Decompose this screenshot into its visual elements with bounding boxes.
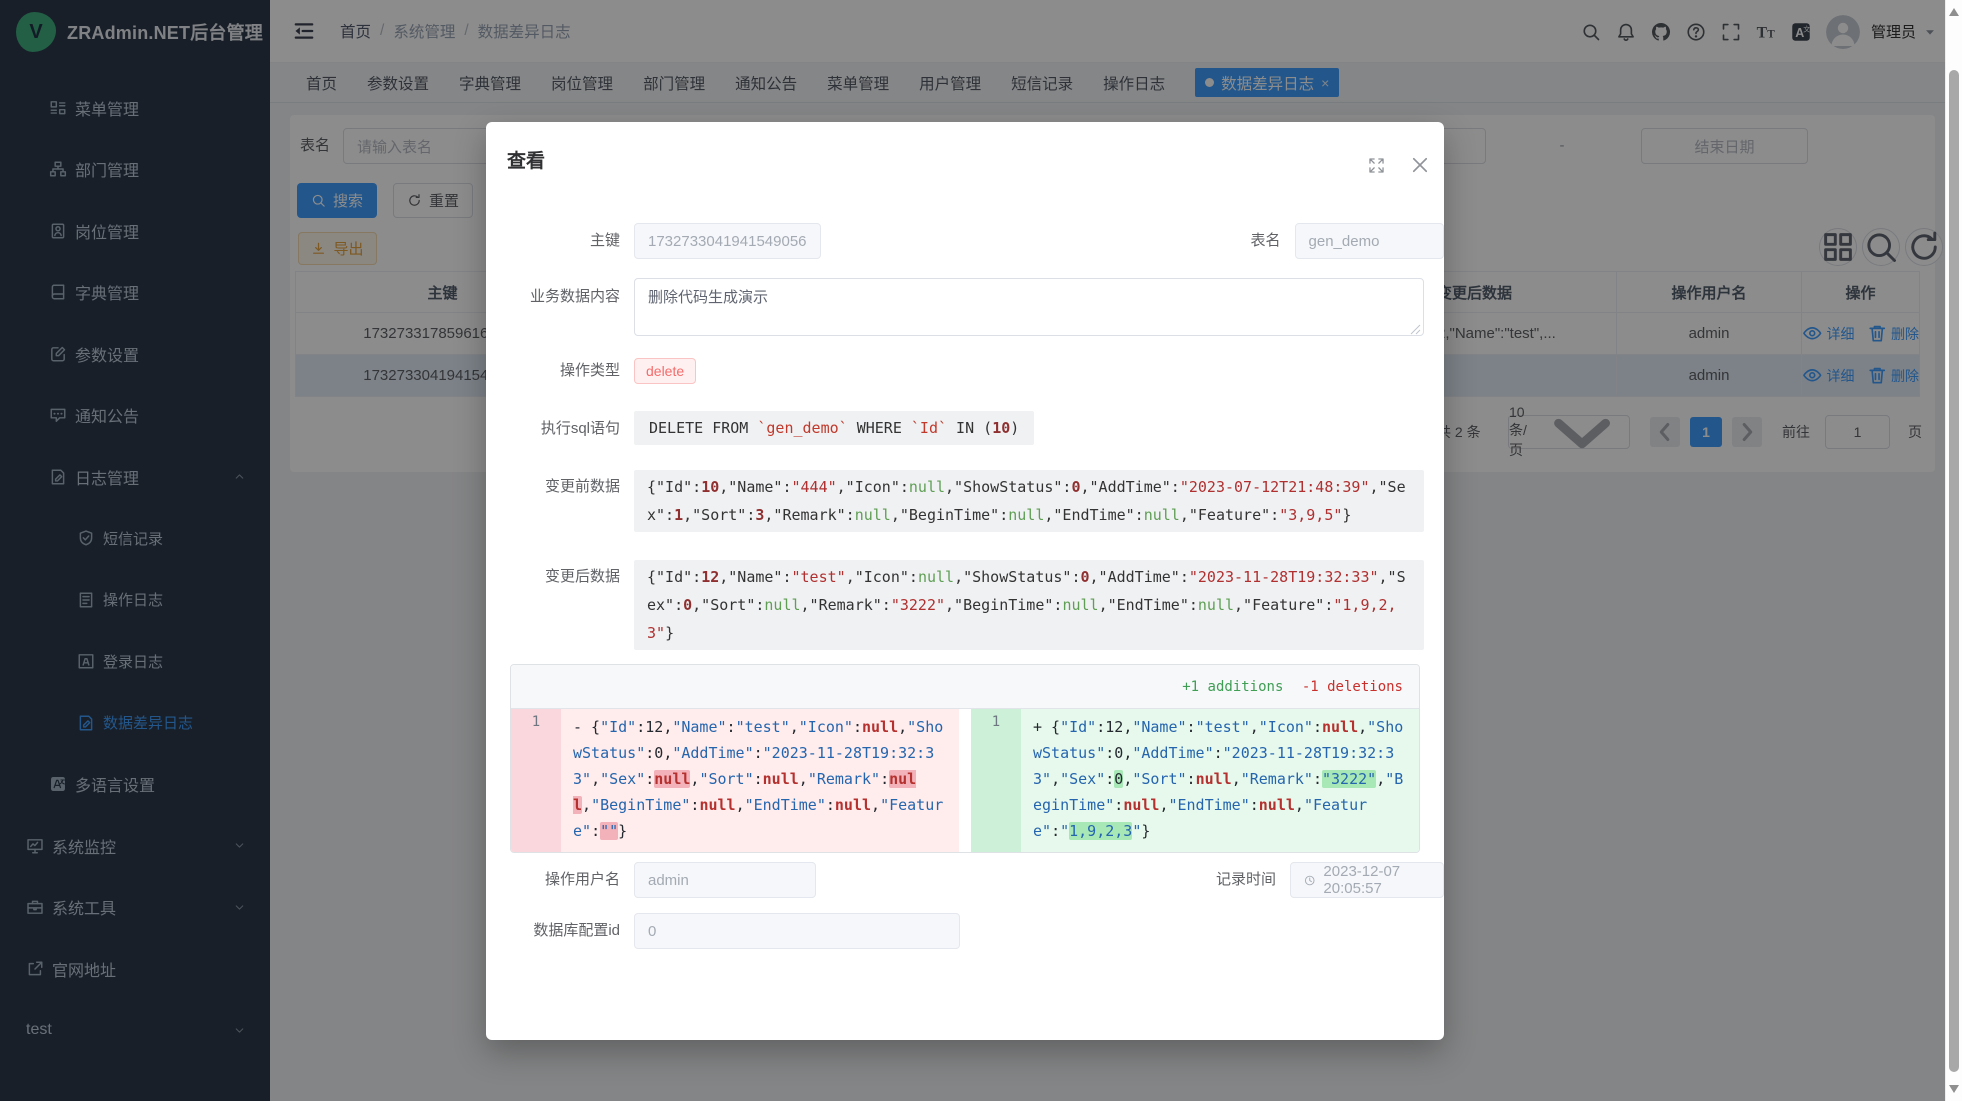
dialog-close-icon[interactable] — [1410, 155, 1430, 175]
table-name-label: 表名 — [1153, 223, 1281, 259]
diff-old-pane: 1 - {"Id":12,"Name":"test","Icon":null,"… — [511, 709, 959, 852]
dbid-label: 数据库配置id — [506, 913, 620, 949]
clock-icon — [1304, 873, 1315, 888]
after-data-label: 变更后数据 — [506, 560, 620, 588]
scroll-up-icon[interactable] — [1949, 8, 1959, 16]
diff-new-code: + {"Id":12,"Name":"test","Icon":null,"Sh… — [1021, 709, 1419, 852]
content-textarea[interactable]: 删除代码生成演示 — [634, 278, 1424, 336]
op-user-field[interactable]: admin — [634, 862, 816, 898]
after-data-json: {"Id":12,"Name":"test","Icon":null,"Show… — [634, 560, 1424, 650]
diff-deletions: -1 deletions — [1302, 679, 1403, 695]
before-data-label: 变更前数据 — [506, 470, 620, 498]
dialog-title: 查看 — [507, 146, 545, 173]
diff-summary: +1 additions -1 deletions — [511, 665, 1419, 709]
diff-old-code: - {"Id":12,"Name":"test","Icon":null,"Sh… — [561, 709, 959, 852]
pk-field[interactable]: 1732733041941549056 — [634, 223, 821, 259]
scroll-down-icon[interactable] — [1949, 1085, 1959, 1093]
dialog-fullscreen-icon[interactable] — [1367, 156, 1386, 175]
scrollbar-thumb[interactable] — [1949, 70, 1959, 1072]
diff-new-pane: 1 + {"Id":12,"Name":"test","Icon":null,"… — [971, 709, 1419, 852]
view-dialog: 查看 主键 1732733041941549056 表名 gen_demo 业务… — [486, 122, 1444, 1040]
diff-divider — [959, 709, 971, 852]
diff-new-line-number: 1 — [971, 709, 1021, 852]
sql-label: 执行sql语句 — [506, 411, 620, 447]
diff-viewer: +1 additions -1 deletions 1 - {"Id":12,"… — [510, 664, 1420, 853]
table-name-field[interactable]: gen_demo — [1295, 223, 1444, 259]
diff-additions: +1 additions — [1182, 679, 1283, 695]
diff-old-line-number: 1 — [511, 709, 561, 852]
sql-statement: DELETE FROM `gen_demo` WHERE `Id` IN (10… — [634, 411, 1034, 445]
dbid-field[interactable]: 0 — [634, 913, 960, 949]
scrollbar[interactable] — [1945, 0, 1962, 1101]
record-time-label: 记录时间 — [1148, 862, 1276, 898]
op-user-label: 操作用户名 — [506, 862, 620, 898]
resize-handle-icon[interactable] — [1410, 322, 1421, 333]
content-label: 业务数据内容 — [506, 278, 620, 308]
record-time-field[interactable]: 2023-12-07 20:05:57 — [1290, 862, 1444, 898]
optype-tag: delete — [634, 358, 696, 384]
optype-label: 操作类型 — [506, 358, 620, 384]
app-window: V ZRAdmin.NET后台管理 菜单管理部门管理岗位管理字典管理参数设置通知… — [0, 0, 1945, 1101]
before-data-json: {"Id":10,"Name":"444","Icon":null,"ShowS… — [634, 470, 1424, 532]
pk-label: 主键 — [506, 223, 620, 259]
